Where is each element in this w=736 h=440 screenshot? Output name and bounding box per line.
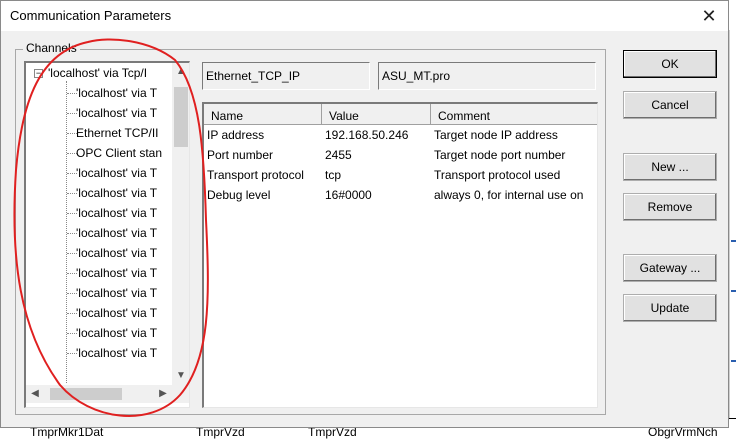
column-header-comment[interactable]: Comment xyxy=(431,104,597,125)
scroll-down-arrow-icon[interactable]: ▼ xyxy=(172,367,189,385)
title-bar: Communication Parameters ✕ xyxy=(1,1,728,31)
scroll-right-arrow-icon[interactable]: ▶ xyxy=(154,385,172,403)
parameters-table[interactable]: Name Value Comment IP address 192.168.50.… xyxy=(202,102,598,408)
channel-tree-item[interactable]: 'localhost' via Tcp/I xyxy=(48,63,147,83)
channel-tree-item[interactable]: 'localhost' via T xyxy=(76,263,157,283)
channels-tree-viewport: −'localhost' via Tcp/I'localhost' via T '… xyxy=(26,63,172,385)
table-cell-name: Debug level xyxy=(207,188,271,202)
channel-tree-item[interactable]: 'localhost' via T xyxy=(76,223,157,243)
table-cell-comment: always 0, for internal use on xyxy=(434,188,584,202)
tree-collapse-icon[interactable]: − xyxy=(34,69,43,78)
table-cell-value: 2455 xyxy=(325,148,352,162)
table-cell-name: IP address xyxy=(207,128,265,142)
channel-tree-item[interactable]: Ethernet TCP/II xyxy=(76,123,158,143)
new-channel-button[interactable]: New ... xyxy=(623,153,717,181)
update-button[interactable]: Update xyxy=(623,294,717,322)
communication-parameters-dialog: Communication Parameters ✕ Channels −'lo… xyxy=(0,0,729,428)
gateway-button[interactable]: Gateway ... xyxy=(623,254,717,282)
driver-name-field: Ethernet_TCP_IP xyxy=(202,62,370,90)
channel-tree-item[interactable]: 'localhost' via T xyxy=(76,163,157,183)
channel-tree-item[interactable]: OPC Client stan xyxy=(76,143,162,163)
table-cell-comment: Target node IP address xyxy=(434,128,558,142)
tree-connector-line xyxy=(66,81,67,383)
table-cell-value: 16#0000 xyxy=(325,188,372,202)
project-file-field: ASU_MT.pro xyxy=(378,62,596,90)
channel-tree-item[interactable]: 'localhost' via T xyxy=(76,203,157,223)
tree-horizontal-scrollbar[interactable]: ◀ ▶ xyxy=(26,385,172,403)
table-row[interactable]: Port number 2455 Target node port number xyxy=(204,145,597,165)
background-marker xyxy=(731,360,736,362)
table-cell-value: 192.168.50.246 xyxy=(325,128,409,142)
cancel-button[interactable]: Cancel xyxy=(623,91,717,119)
tree-vertical-scrollbar[interactable]: ▲ ▼ xyxy=(172,63,189,385)
channel-tree-item[interactable]: 'localhost' via T xyxy=(76,323,157,343)
channels-group-label: Channels xyxy=(23,41,80,55)
scroll-up-arrow-icon[interactable]: ▲ xyxy=(172,63,189,81)
table-cell-name: Transport protocol xyxy=(207,168,304,182)
background-marker xyxy=(731,240,736,242)
table-cell-value: tcp xyxy=(325,168,342,182)
channel-tree-item[interactable]: 'localhost' via T xyxy=(76,83,157,103)
scroll-left-arrow-icon[interactable]: ◀ xyxy=(26,385,44,403)
scrollbar-corner xyxy=(172,385,189,403)
scroll-thumb[interactable] xyxy=(50,388,122,400)
table-cell-comment: Transport protocol used xyxy=(434,168,561,182)
column-header-value[interactable]: Value xyxy=(322,104,431,125)
channel-tree-item[interactable]: 'localhost' via T xyxy=(76,183,157,203)
table-cell-comment: Target node port number xyxy=(434,148,566,162)
scroll-thumb[interactable] xyxy=(174,87,188,147)
remove-channel-button[interactable]: Remove xyxy=(623,193,717,221)
channel-tree-item[interactable]: 'localhost' via T xyxy=(76,283,157,303)
close-icon[interactable]: ✕ xyxy=(691,2,727,30)
table-row[interactable]: Debug level 16#0000 always 0, for internal… xyxy=(204,185,597,205)
table-row[interactable]: Transport protocol tcp Transport protocol … xyxy=(204,165,597,185)
channel-tree-item[interactable]: 'localhost' via T xyxy=(76,303,157,323)
channel-tree-item[interactable]: 'localhost' via T xyxy=(76,243,157,263)
channels-tree[interactable]: −'localhost' via Tcp/I'localhost' via T '… xyxy=(24,61,190,408)
channel-tree-item[interactable]: 'localhost' via T xyxy=(76,343,157,363)
background-editor-right xyxy=(729,30,736,430)
background-marker xyxy=(731,290,736,292)
column-header-name[interactable]: Name xyxy=(204,104,322,125)
dialog-title: Communication Parameters xyxy=(10,8,172,23)
ok-button[interactable]: OK xyxy=(623,50,717,78)
table-row[interactable]: IP address 192.168.50.246 Target node IP a… xyxy=(204,125,597,145)
channel-tree-item[interactable]: 'localhost' via T xyxy=(76,103,157,123)
table-cell-name: Port number xyxy=(207,148,274,162)
